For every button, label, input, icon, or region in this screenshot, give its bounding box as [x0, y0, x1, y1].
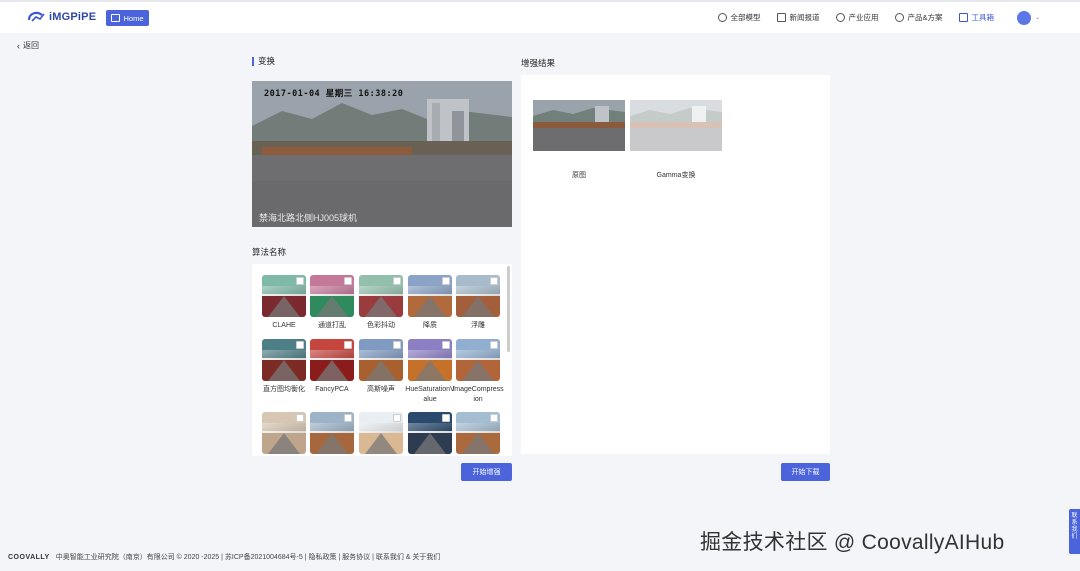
algorithm-checkbox[interactable]: [296, 414, 304, 422]
algorithm-checkbox[interactable]: [296, 341, 304, 349]
result-panel: 原图 Gamma变换: [521, 75, 830, 454]
chevron-down-icon: ⌄: [1034, 15, 1040, 21]
nav-item-all-models[interactable]: 全部模型: [718, 12, 760, 23]
logo-icon: [27, 10, 45, 24]
algorithm-thumbnail[interactable]: [359, 339, 403, 381]
nav-item-news[interactable]: 新闻报道: [777, 12, 819, 23]
algorithm-thumbnail[interactable]: [456, 412, 500, 454]
algorithm-label: CLAHE: [272, 322, 296, 329]
result-title: 增强结果: [521, 58, 556, 68]
top-header: iMGPiPE Home 全部模型 新闻报道 产业应用 产品&方案 工具箱 ⌄: [0, 0, 1080, 33]
nav-label: 工具箱: [971, 13, 994, 22]
start-download-button[interactable]: 开始下载: [781, 463, 830, 481]
algorithm-thumbnail[interactable]: [359, 275, 403, 317]
algorithm-checkbox[interactable]: [344, 341, 352, 349]
result-label-original: 原图: [572, 172, 586, 179]
footer-text: 中奥智能工业研究院（南京）有限公司 © 2020 -2025 | 苏ICP备20…: [55, 554, 441, 561]
transform-title: 变换: [252, 57, 275, 66]
result-label-gamma: Gamma变换: [656, 172, 696, 179]
algorithm-thumbnail[interactable]: [262, 275, 306, 317]
algorithm-checkbox[interactable]: [442, 414, 450, 422]
algorithm-thumbnail[interactable]: [456, 339, 500, 381]
document-icon: [777, 13, 787, 22]
algorithm-thumbnail[interactable]: [262, 339, 306, 381]
chevron-left-icon: ‹: [17, 40, 20, 51]
nav-label: 新闻报道: [789, 13, 820, 22]
algorithm-label: FancyPCA: [315, 386, 349, 393]
back-label: 返回: [23, 41, 39, 50]
watermark: 掘金技术社区 @ CoovallyAIHub: [700, 531, 1005, 554]
location-icon: [895, 13, 905, 22]
nav-item-products[interactable]: 产品&方案: [895, 12, 942, 23]
home-icon: [111, 14, 121, 22]
algorithm-checkbox[interactable]: [393, 277, 401, 285]
industry-icon: [836, 13, 846, 22]
algorithm-label: 通道打乱: [318, 322, 346, 329]
source-image: 2017-01-04 星期三 16:38:20 禁海北路北侧HJ005球机: [252, 81, 512, 227]
avatar: [1016, 10, 1031, 25]
algorithm-checkbox[interactable]: [393, 341, 401, 349]
algorithm-thumbnail[interactable]: [359, 412, 403, 454]
start-enhance-button[interactable]: 开始增强: [461, 463, 512, 481]
algorithm-title: 算法名称: [252, 247, 287, 257]
algorithm-thumbnail[interactable]: [408, 412, 452, 454]
image-timestamp: 2017-01-04 星期三 16:38:20: [264, 89, 404, 99]
algorithm-thumbnail[interactable]: [262, 412, 306, 454]
logo[interactable]: iMGPiPE: [27, 10, 96, 24]
algorithm-thumbnail[interactable]: [408, 339, 452, 381]
algorithm-label: 高斯噪声: [367, 386, 395, 393]
algorithm-thumbnail[interactable]: [310, 339, 354, 381]
algorithm-checkbox[interactable]: [490, 277, 498, 285]
footer: COOVALLY 中奥智能工业研究院（南京）有限公司 © 2020 -2025 …: [8, 552, 440, 562]
algorithm-checkbox[interactable]: [344, 414, 352, 422]
user-menu[interactable]: ⌄: [1011, 10, 1040, 25]
nav-item-toolbox[interactable]: 工具箱: [959, 12, 994, 23]
algorithm-checkbox[interactable]: [490, 414, 498, 422]
algorithm-checkbox[interactable]: [442, 341, 450, 349]
nav-label: 产业应用: [848, 13, 879, 22]
algorithm-thumbnail[interactable]: [310, 412, 354, 454]
back-link[interactable]: ‹ 返回: [17, 40, 39, 51]
algorithm-label: 降质: [423, 322, 437, 329]
nav-label: 全部模型: [730, 13, 761, 22]
nav-item-industry[interactable]: 产业应用: [836, 12, 878, 23]
algorithm-label: ImageCompression: [452, 386, 504, 403]
contact-side-tab[interactable]: 联系我们: [1069, 509, 1080, 554]
algorithm-checkbox[interactable]: [490, 341, 498, 349]
algorithm-checkbox[interactable]: [296, 277, 304, 285]
main-nav: 全部模型 新闻报道 产业应用 产品&方案 工具箱 ⌄: [718, 2, 1040, 33]
algorithm-checkbox[interactable]: [442, 277, 450, 285]
nav-label: 产品&方案: [907, 13, 943, 22]
algorithm-label: HueSaturationValue: [405, 386, 455, 403]
algorithm-checkbox[interactable]: [344, 277, 352, 285]
algorithm-panel: CLAHE 通道打乱 色彩抖动 降质 浮雕直方图均衡化 FancyPCA 高斯噪声 HueSa…: [252, 264, 512, 456]
toolbox-icon: [959, 13, 969, 22]
footer-brand: COOVALLY: [8, 553, 50, 561]
home-label: Home: [123, 13, 144, 23]
home-button[interactable]: Home: [106, 10, 149, 26]
algorithm-label: 浮雕: [471, 322, 485, 329]
result-image-original[interactable]: [533, 100, 625, 151]
algorithm-thumbnail[interactable]: [456, 275, 500, 317]
algorithm-label: 直方图均衡化: [263, 386, 305, 393]
algorithm-checkbox[interactable]: [393, 414, 401, 422]
algorithm-label: 色彩抖动: [367, 322, 395, 329]
cube-icon: [718, 13, 728, 22]
logo-text: iMGPiPE: [49, 11, 97, 23]
image-caption: 禁海北路北侧HJ005球机: [259, 213, 358, 223]
result-image-gamma[interactable]: [630, 100, 722, 151]
scrollbar[interactable]: [507, 266, 510, 352]
algorithm-thumbnail[interactable]: [310, 275, 354, 317]
algorithm-thumbnail[interactable]: [408, 275, 452, 317]
